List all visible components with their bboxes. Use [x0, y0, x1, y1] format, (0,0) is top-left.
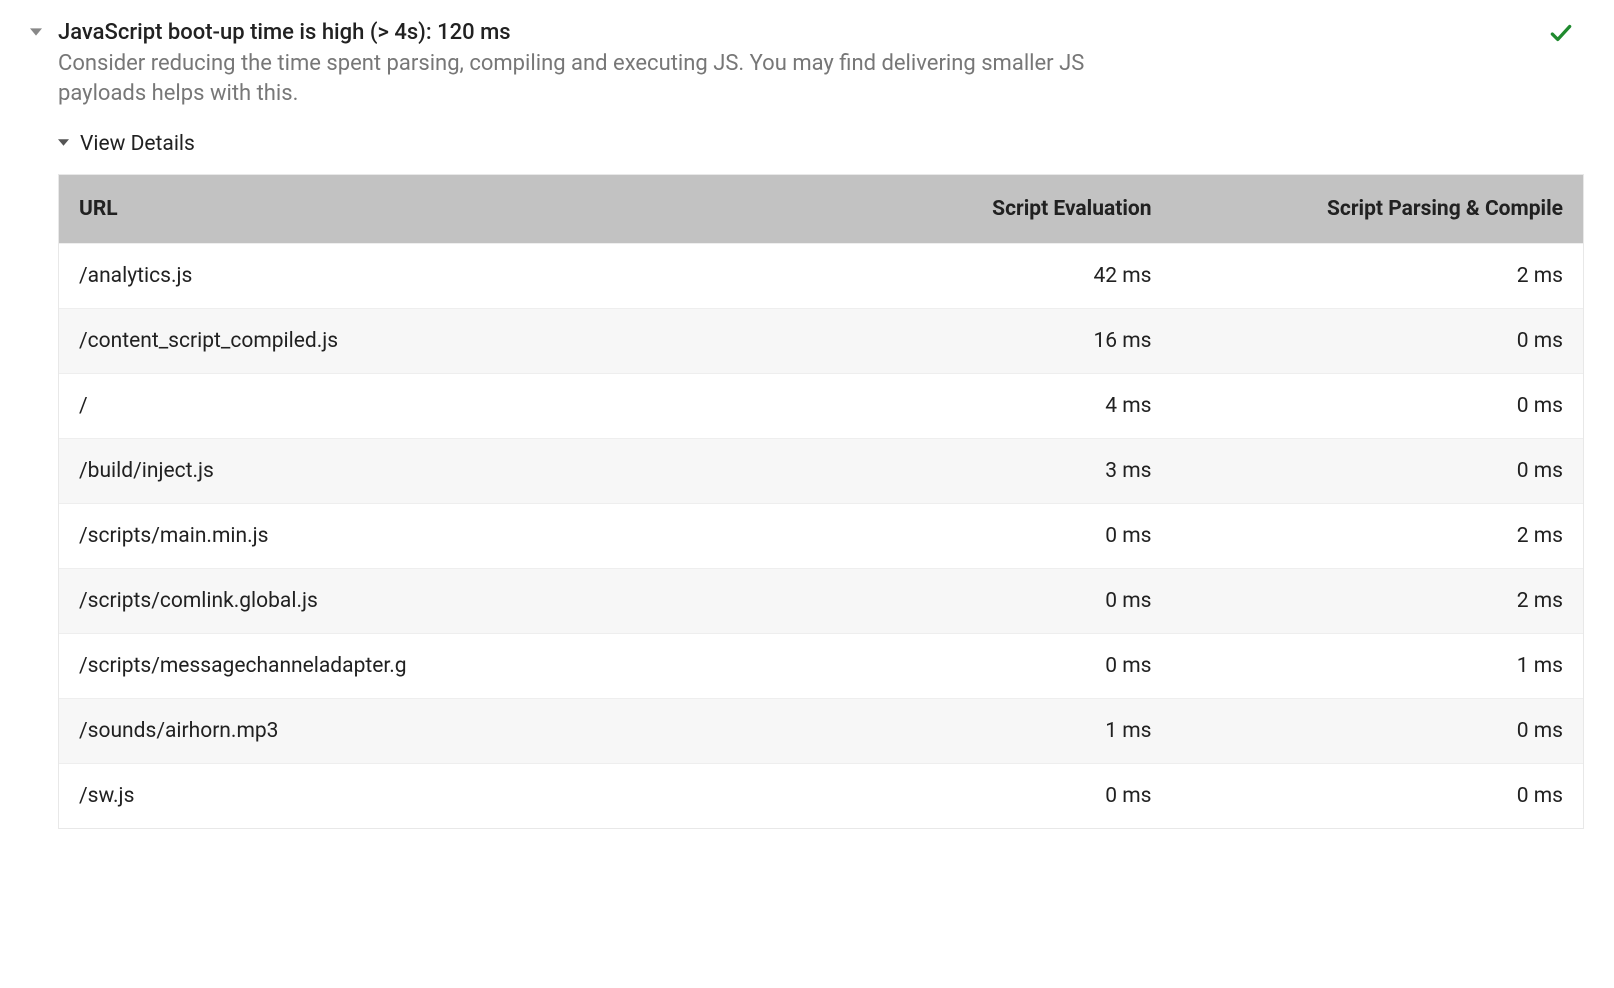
- cell-url: /sounds/airhorn.mp3: [59, 699, 791, 764]
- cell-parse: 0 ms: [1172, 764, 1583, 829]
- col-parse: Script Parsing & Compile: [1172, 175, 1583, 244]
- cell-evaluation: 3 ms: [791, 439, 1172, 504]
- cell-evaluation: 0 ms: [791, 764, 1172, 829]
- cell-url: /scripts/main.min.js: [59, 504, 791, 569]
- table-header-row: URL Script Evaluation Script Parsing & C…: [59, 175, 1583, 244]
- details-label: View Details: [80, 132, 195, 156]
- table-row: /scripts/main.min.js0 ms2 ms: [59, 504, 1583, 569]
- cell-evaluation: 0 ms: [791, 634, 1172, 699]
- table-row: /4 ms0 ms: [59, 374, 1583, 439]
- cell-evaluation: 0 ms: [791, 504, 1172, 569]
- cell-evaluation: 4 ms: [791, 374, 1172, 439]
- table-row: /scripts/messagechanneladapter.g0 ms1 ms: [59, 634, 1583, 699]
- table-row: /content_script_compiled.js16 ms0 ms: [59, 309, 1583, 374]
- details-expand-toggle[interactable]: View Details: [58, 132, 1584, 156]
- audit-header: JavaScript boot-up time is high (> 4s): …: [30, 20, 1584, 108]
- col-evaluation: Script Evaluation: [791, 175, 1172, 244]
- audit-details: View Details URL Script Evaluation Scrip…: [58, 132, 1584, 829]
- table-row: /sounds/airhorn.mp31 ms0 ms: [59, 699, 1583, 764]
- details-table: URL Script Evaluation Script Parsing & C…: [58, 174, 1584, 829]
- table-row: /build/inject.js3 ms0 ms: [59, 439, 1583, 504]
- audit-expand-toggle[interactable]: [30, 26, 58, 42]
- cell-parse: 2 ms: [1172, 244, 1583, 309]
- cell-parse: 0 ms: [1172, 699, 1583, 764]
- cell-evaluation: 1 ms: [791, 699, 1172, 764]
- col-url: URL: [59, 175, 791, 244]
- chevron-down-icon: [58, 137, 80, 151]
- cell-url: /scripts/messagechanneladapter.g: [59, 634, 791, 699]
- chevron-down-icon: [30, 26, 42, 38]
- cell-url: /content_script_compiled.js: [59, 309, 791, 374]
- cell-evaluation: 0 ms: [791, 569, 1172, 634]
- cell-parse: 0 ms: [1172, 309, 1583, 374]
- audit-description: Consider reducing the time spent parsing…: [58, 49, 1108, 108]
- audit-status: [1548, 20, 1584, 46]
- cell-parse: 0 ms: [1172, 374, 1583, 439]
- cell-parse: 1 ms: [1172, 634, 1583, 699]
- cell-parse: 0 ms: [1172, 439, 1583, 504]
- check-icon: [1548, 20, 1574, 46]
- table-row: /scripts/comlink.global.js0 ms2 ms: [59, 569, 1583, 634]
- cell-url: /: [59, 374, 791, 439]
- table-row: /analytics.js42 ms2 ms: [59, 244, 1583, 309]
- cell-url: /scripts/comlink.global.js: [59, 569, 791, 634]
- cell-parse: 2 ms: [1172, 569, 1583, 634]
- cell-url: /build/inject.js: [59, 439, 791, 504]
- audit-title: JavaScript boot-up time is high (> 4s): …: [58, 20, 1548, 45]
- cell-evaluation: 16 ms: [791, 309, 1172, 374]
- cell-parse: 2 ms: [1172, 504, 1583, 569]
- table-row: /sw.js0 ms0 ms: [59, 764, 1583, 829]
- cell-evaluation: 42 ms: [791, 244, 1172, 309]
- audit-content: JavaScript boot-up time is high (> 4s): …: [58, 20, 1548, 108]
- cell-url: /sw.js: [59, 764, 791, 829]
- cell-url: /analytics.js: [59, 244, 791, 309]
